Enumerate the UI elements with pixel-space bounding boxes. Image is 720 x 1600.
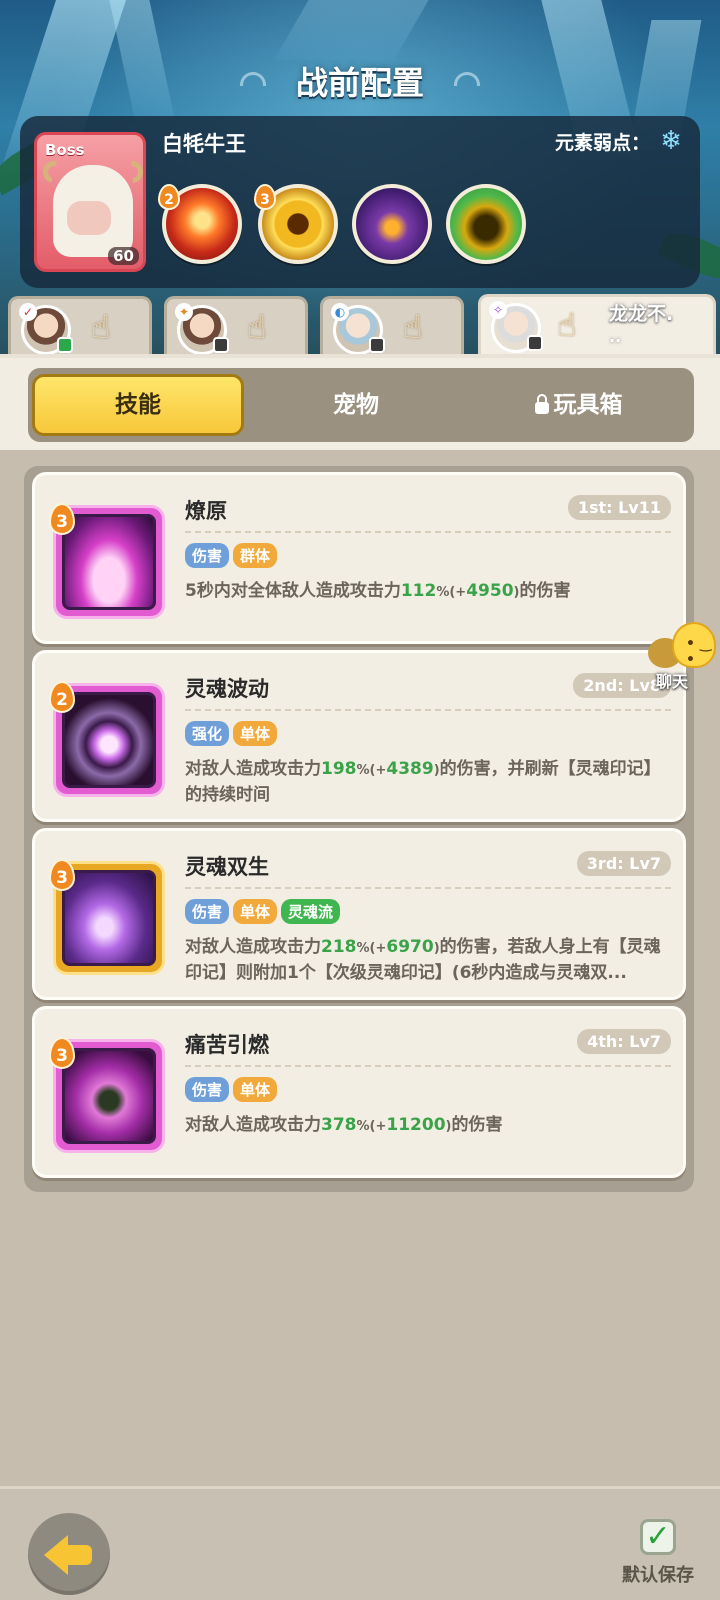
skill-rank-badge: 3 [49, 1037, 75, 1069]
element-badge-icon: ◐ [331, 303, 349, 321]
skill-tags: 伤害 单体 灵魂流 [185, 899, 344, 924]
skill-tag: 强化 [185, 721, 230, 746]
element-badge-icon: ✧ [489, 301, 507, 319]
team-member-tab-1[interactable]: ✓ ☝ [8, 296, 152, 355]
skill-description: 对敌人造成攻击力378%(+11200)的伤害 [185, 1115, 503, 1135]
member-name: 龙龙不. [609, 303, 674, 325]
chat-label: 聊天 [656, 672, 689, 691]
heart-badge-icon: ✓ [19, 303, 37, 321]
skill-name: 痛苦引燃 [185, 1033, 269, 1057]
member-name-overflow: .. [609, 327, 622, 346]
skill-count-badge: 3 [254, 184, 276, 210]
tab-skills[interactable]: 技能 [32, 374, 244, 436]
pain-ignite-icon [62, 1048, 156, 1144]
purple-flame-field-icon [62, 514, 156, 610]
divider [185, 531, 671, 533]
page-title: 战前配置 [295, 64, 424, 102]
team-member-tab-3[interactable]: ◐ ☝ [320, 296, 464, 355]
team-member-tab-2[interactable]: ✦ ☝ [164, 296, 308, 355]
back-button[interactable] [28, 1513, 110, 1595]
boss-skill-fire-burst-icon[interactable]: 2 [158, 184, 242, 264]
boss-info-panel: Boss 60 白牦牛王 元素弱点： ❄ 2 3 [20, 116, 700, 288]
skills-list-panel: 3 燎原 1st: Lv11 伤害 群体 5秒内对全体敌人造成攻击力112%(+4… [24, 466, 694, 1192]
default-save-label: 默认保存 [622, 1565, 694, 1586]
skill-rank-badge: 2 [49, 681, 75, 713]
element-badge-icon: ✦ [175, 303, 193, 321]
skill-rank-badge: 3 [49, 859, 75, 891]
boss-tag: Boss [45, 141, 85, 159]
skill-tag: 伤害 [185, 543, 230, 568]
skill-tags: 强化 单体 [185, 721, 281, 746]
skill-name: 灵魂波动 [185, 677, 269, 701]
skill-tag: 灵魂流 [281, 899, 341, 924]
pet-mini-icon [527, 335, 543, 351]
pointing-hand-icon: ☝ [403, 308, 423, 346]
crystal-decoration [274, 0, 446, 60]
skill-description: 5秒内对全体敌人造成攻击力112%(+4950)的伤害 [185, 581, 571, 601]
skill-tag: 伤害 [185, 1077, 230, 1102]
skill-tag: 单体 [233, 721, 278, 746]
skill-level-badge: 4th: Lv7 [577, 1029, 671, 1054]
skill-count-badge: 2 [158, 184, 180, 210]
skill-card[interactable]: 2 灵魂波动 2nd: Lv8 强化 单体 对敌人造成攻击力198%(+4389)… [32, 650, 686, 822]
boss-skill-golden-vortex-icon[interactable]: 3 [254, 184, 338, 264]
pointing-hand-icon: ☝ [557, 306, 577, 344]
skill-rank-badge: 3 [49, 503, 75, 535]
pet-mini-icon [213, 337, 229, 353]
segmented-control: 技能 宠物 玩具箱 [28, 368, 694, 442]
team-member-tab-4[interactable]: ✧ ☝ 龙龙不. .. [478, 294, 716, 356]
twin-soul-flame-icon [62, 870, 156, 966]
boss-name: 白牦牛王 [162, 132, 246, 156]
tab-pets[interactable]: 宠物 [250, 374, 462, 436]
chat-button[interactable]: • ‿ • 聊天 [640, 622, 720, 692]
default-save-checkbox[interactable]: ✓ [640, 1519, 676, 1555]
pointing-hand-icon: ☝ [91, 308, 111, 346]
boss-portrait-card[interactable]: Boss 60 [34, 132, 146, 272]
skill-level-badge: 3rd: Lv7 [576, 851, 671, 876]
skill-name: 灵魂双生 [185, 855, 269, 879]
snowflake-icon[interactable]: ❄ [660, 126, 682, 156]
pet-mini-icon [369, 337, 385, 353]
skill-card[interactable]: 3 痛苦引燃 4th: Lv7 伤害 单体 对敌人造成攻击力378%(+11200… [32, 1006, 686, 1178]
skill-description: 对敌人造成攻击力198%(+4389)的伤害，并刷新【灵魂印记】的持续时间 [185, 759, 661, 805]
tab-toybox-label: 玩具箱 [553, 392, 623, 418]
lock-icon [534, 394, 550, 414]
skill-card[interactable]: 3 燎原 1st: Lv11 伤害 群体 5秒内对全体敌人造成攻击力112%(+4… [32, 472, 686, 644]
back-arrow-tail [64, 1545, 92, 1565]
element-weakness-label: 元素弱点： [554, 132, 650, 154]
skill-name: 燎原 [185, 499, 227, 523]
mascot-face: • ‿ • [686, 636, 712, 668]
boss-skill-purple-beast-icon[interactable] [352, 184, 432, 264]
pointing-hand-icon: ☝ [247, 308, 267, 346]
skill-tags: 伤害 群体 [185, 543, 281, 568]
skill-level-badge: 1st: Lv11 [567, 495, 671, 520]
skill-tag: 伤害 [185, 899, 230, 924]
skill-description: 对敌人造成攻击力218%(+6970)的伤害，若敌人身上有【灵魂印记】则附加1个… [185, 937, 661, 983]
skill-card[interactable]: 3 灵魂双生 3rd: Lv7 伤害 单体 灵魂流 对敌人造成攻击力218%(+69… [32, 828, 686, 1000]
divider [185, 887, 671, 889]
boss-skill-green-shadow-icon[interactable] [446, 184, 526, 264]
bottom-bar: ✓ 默认保存 [0, 1486, 720, 1600]
tab-toybox[interactable]: 玩具箱 [468, 374, 688, 436]
divider [185, 1065, 671, 1067]
skill-tag: 单体 [233, 899, 278, 924]
divider [185, 709, 671, 711]
boss-level: 60 [108, 247, 139, 265]
skill-tag: 单体 [233, 1077, 278, 1102]
category-tabs-bar: 技能 宠物 玩具箱 [0, 354, 720, 450]
skill-tags: 伤害 单体 [185, 1077, 281, 1102]
yak-face [67, 201, 111, 235]
pet-mini-icon [57, 337, 73, 353]
soul-wave-icon [62, 692, 156, 788]
skill-tag: 群体 [233, 543, 278, 568]
